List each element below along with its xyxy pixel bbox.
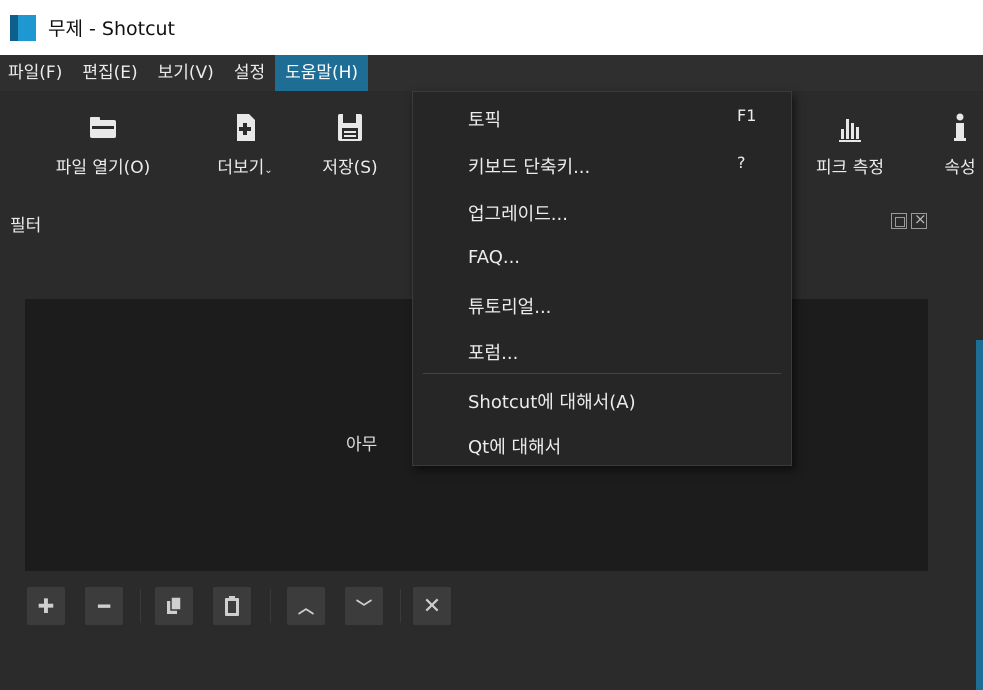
folder-icon [90,117,116,138]
menu-item-about-qt[interactable]: Qt에 대해서 [413,423,791,467]
menu-item-tutorials[interactable]: 튜토리얼... [413,283,791,327]
move-down-icon: ﹀ [355,598,372,617]
deselect-filter-button[interactable]: ✕ [413,587,451,625]
save-label: 저장(S) [322,158,378,178]
menu-settings[interactable]: 설정 [224,55,275,91]
info-icon [954,113,966,141]
menu-bar: 파일(F) 편집(E) 보기(V) 설정 도움말(H) [0,55,983,91]
peak-meter-label: 피크 측정 [816,158,884,178]
add-filter-button[interactable]: ✚ [27,587,65,625]
peak-meter-icon [839,119,861,142]
help-menu-dropdown: 토픽 F1 키보드 단축키... ? 업그레이드... FAQ... 튜토리얼.… [412,91,792,466]
menu-edit[interactable]: 편집(E) [72,55,147,91]
menu-item-keyboard-shortcuts[interactable]: 키보드 단축키... ? [413,143,791,187]
empty-filter-text: 아무 [346,435,378,455]
move-up-button[interactable]: ︿ [287,587,325,625]
open-file-label: 파일 열기(O) [55,158,151,178]
title-bar: 무제 - Shotcut [0,0,983,55]
remove-icon: ━ [97,594,111,618]
menu-item-faq[interactable]: FAQ... [413,237,791,281]
paste-icon [225,596,239,616]
remove-filter-button[interactable]: ━ [85,587,123,625]
menu-item-forum[interactable]: 포럼... [413,329,791,373]
add-icon: ✚ [37,594,55,618]
window-title: 무제 - Shotcut [48,18,176,40]
dropdown-arrow-icon: ⌄ [264,165,273,176]
menu-help[interactable]: 도움말(H) [275,55,369,91]
filter-panel-title: 필터 [10,216,42,236]
more-label: 더보기 [217,158,265,178]
file-add-icon [237,114,255,141]
menu-item-upgrade[interactable]: 업그레이드... [413,190,791,234]
move-up-icon: ︿ [297,598,314,617]
close-panel-icon[interactable] [911,210,927,229]
menu-item-about-shotcut[interactable]: Shotcut에 대해서(A) [413,378,791,422]
save-icon [338,114,362,141]
properties-button[interactable]: 속성 [915,91,983,203]
float-panel-icon[interactable] [891,213,907,229]
save-button[interactable]: 저장(S) [305,91,395,203]
close-icon: ✕ [422,593,442,619]
copy-icon [167,596,182,614]
paste-filter-button[interactable] [213,587,251,625]
copy-filter-button[interactable] [155,587,193,625]
open-file-button[interactable]: 파일 열기(O) [28,91,178,203]
right-panel-edge [976,340,983,690]
peak-meter-button[interactable]: 피크 측정 [795,91,905,203]
menu-file[interactable]: 파일(F) [0,55,72,91]
properties-label: 속성 [944,158,976,178]
move-down-button[interactable]: ﹀ [345,587,383,625]
menu-separator [423,373,781,374]
menu-view[interactable]: 보기(V) [148,55,224,91]
shotcut-logo-icon [10,14,36,41]
menu-item-topics[interactable]: 토픽 F1 [413,96,791,140]
more-button[interactable]: 더보기⌄ [200,91,290,203]
app-window: 무제 - Shotcut 파일(F) 편집(E) 보기(V) 설정 도움말(H)… [0,0,983,690]
